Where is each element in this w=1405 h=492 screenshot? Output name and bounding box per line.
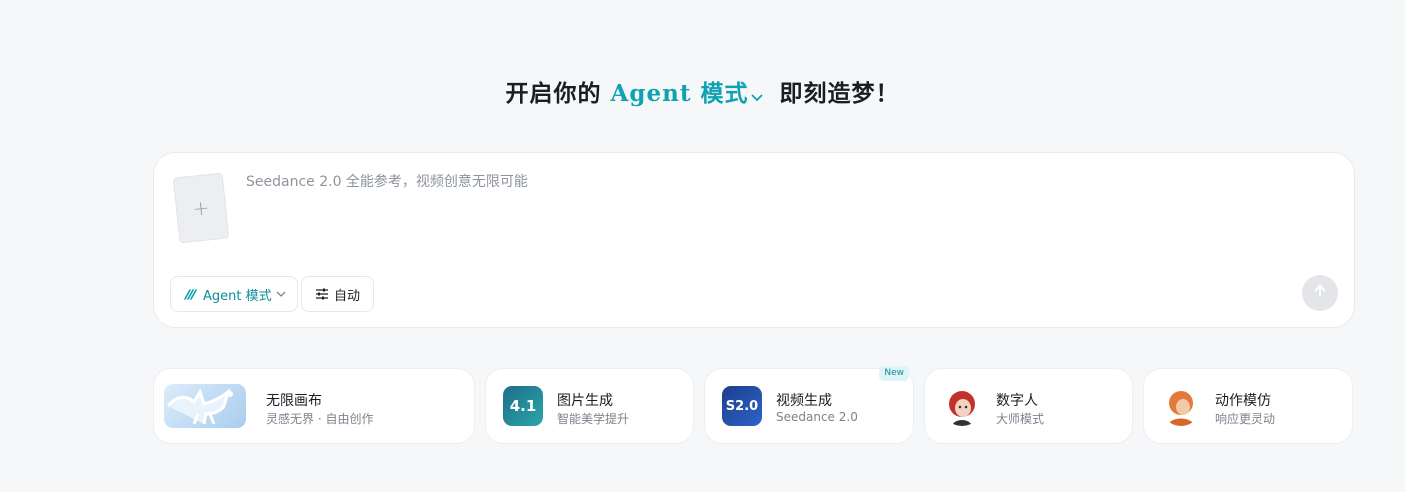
prompt-input[interactable]: Seedance 2.0 全能参考，视频创意无限可能	[246, 171, 528, 191]
card-title: 数字人	[996, 393, 1038, 409]
sliders-icon	[315, 287, 329, 301]
feature-card-video-gen[interactable]: New S2.0 视频生成 Seedance 2.0	[704, 366, 914, 444]
agent-mode-dropdown[interactable]: Agent 模式	[170, 276, 298, 312]
headline-mode-label: Agent 模式	[610, 80, 749, 107]
feature-cards: 无限画布 灵感无界 · 自由创作 4.1 图片生成 智能美学提升 New S2.…	[0, 366, 1405, 444]
image-gen-4.1-icon: 4.1	[503, 386, 543, 426]
card-title: 动作模仿	[1215, 393, 1271, 409]
feature-card-image-gen[interactable]: 4.1 图片生成 智能美学提升	[485, 368, 694, 444]
card-subtitle: 大师模式	[996, 412, 1045, 426]
feature-card-motion-mimic[interactable]: 动作模仿 响应更灵动	[1143, 368, 1353, 444]
motion-mimic-avatar	[1161, 386, 1201, 426]
arrow-up-icon	[1312, 283, 1328, 303]
page-headline: 开启你的 Agent 模式 即刻造梦！	[0, 74, 1405, 109]
plus-icon: +	[191, 195, 211, 221]
auto-label: 自动	[334, 288, 361, 304]
upload-reference-button[interactable]: +	[172, 172, 230, 244]
feature-card-infinite-canvas[interactable]: 无限画布 灵感无界 · 自由创作	[153, 368, 475, 444]
headline-prefix: 开启你的	[505, 80, 602, 107]
digital-human-avatar	[942, 386, 982, 426]
card-subtitle: 灵感无界 · 自由创作	[266, 412, 374, 426]
card-title: 视频生成	[776, 393, 832, 409]
chevron-down-icon	[750, 82, 764, 109]
feature-card-digital-human[interactable]: 数字人 大师模式	[924, 368, 1133, 444]
card-subtitle: 智能美学提升	[557, 412, 630, 426]
pegasus-thumbnail	[164, 384, 246, 428]
headline-mode-switch[interactable]: Agent 模式	[611, 80, 771, 107]
new-badge: New	[879, 366, 909, 381]
chevron-down-icon	[276, 291, 286, 298]
prompt-composer: + Seedance 2.0 全能参考，视频创意无限可能 Agent 模式 自动	[153, 152, 1355, 328]
send-button[interactable]	[1302, 275, 1338, 311]
card-title: 图片生成	[557, 393, 613, 409]
agent-logo-icon	[183, 287, 198, 302]
agent-mode-label: Agent 模式	[203, 288, 272, 304]
card-title: 无限画布	[266, 393, 322, 409]
video-gen-s2.0-icon: S2.0	[722, 386, 762, 426]
card-subtitle: Seedance 2.0	[776, 410, 858, 424]
settings-auto-button[interactable]: 自动	[301, 276, 374, 312]
headline-suffix: 即刻造梦！	[779, 80, 900, 107]
card-subtitle: 响应更灵动	[1215, 412, 1276, 426]
